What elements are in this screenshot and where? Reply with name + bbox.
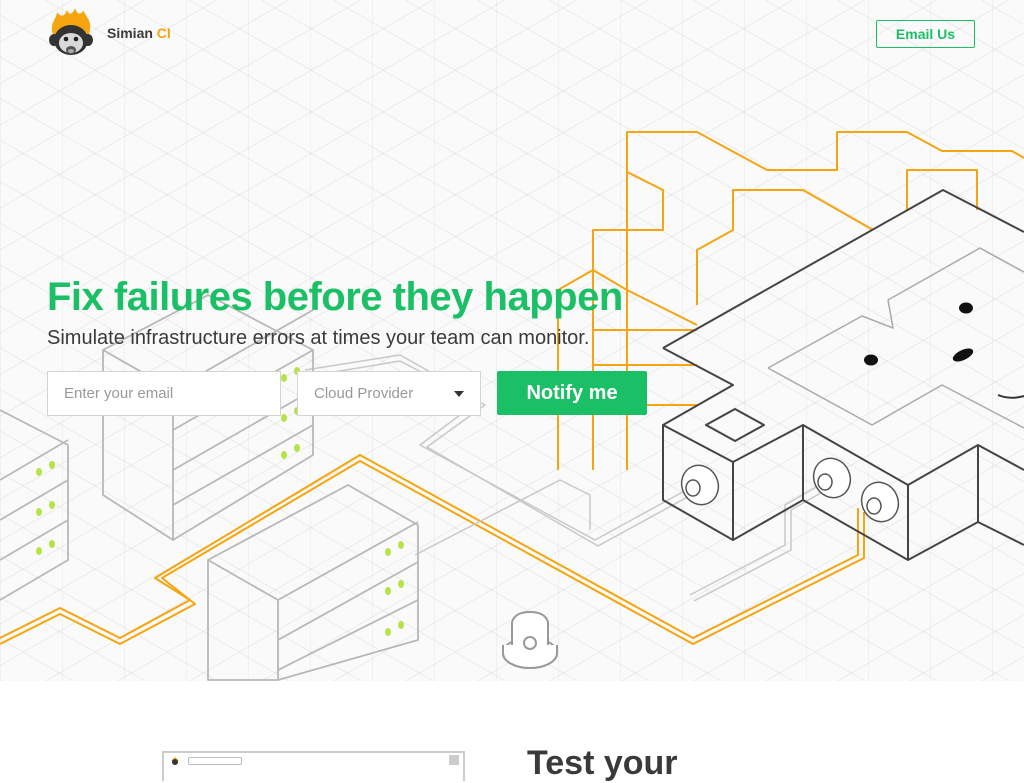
window-control <box>449 755 459 765</box>
monkey-mini-icon <box>171 757 179 765</box>
url-bar <box>188 757 242 765</box>
alarm-light <box>502 611 558 669</box>
cloud-provider-select[interactable]: Cloud Provider <box>297 371 481 416</box>
section-title: Test your <box>527 744 678 782</box>
server-racks <box>0 294 419 681</box>
brand-name: Simian CI <box>107 25 171 41</box>
email-input[interactable] <box>47 371 281 416</box>
cloud-provider-placeholder: Cloud Provider <box>314 385 414 402</box>
hero-headline: Fix failures before they happen <box>47 275 623 319</box>
flame-outline <box>557 131 1024 470</box>
notify-me-button[interactable]: Notify me <box>497 371 647 415</box>
caret-down-icon <box>454 391 464 397</box>
monkey-eyes <box>864 302 974 366</box>
email-us-button[interactable]: Email Us <box>876 20 975 48</box>
app-preview-window <box>162 751 465 781</box>
monkey-face <box>767 247 1024 429</box>
hero-section: Simian CI Email Us Fix failures before t… <box>0 0 1024 681</box>
monkey-block <box>662 189 1024 561</box>
power-cable <box>0 454 865 645</box>
brand-logo[interactable]: Simian CI <box>47 8 171 58</box>
hero-subheadline: Simulate infrastructure errors at times … <box>47 327 590 349</box>
monkey-flame-icon <box>49 8 93 55</box>
